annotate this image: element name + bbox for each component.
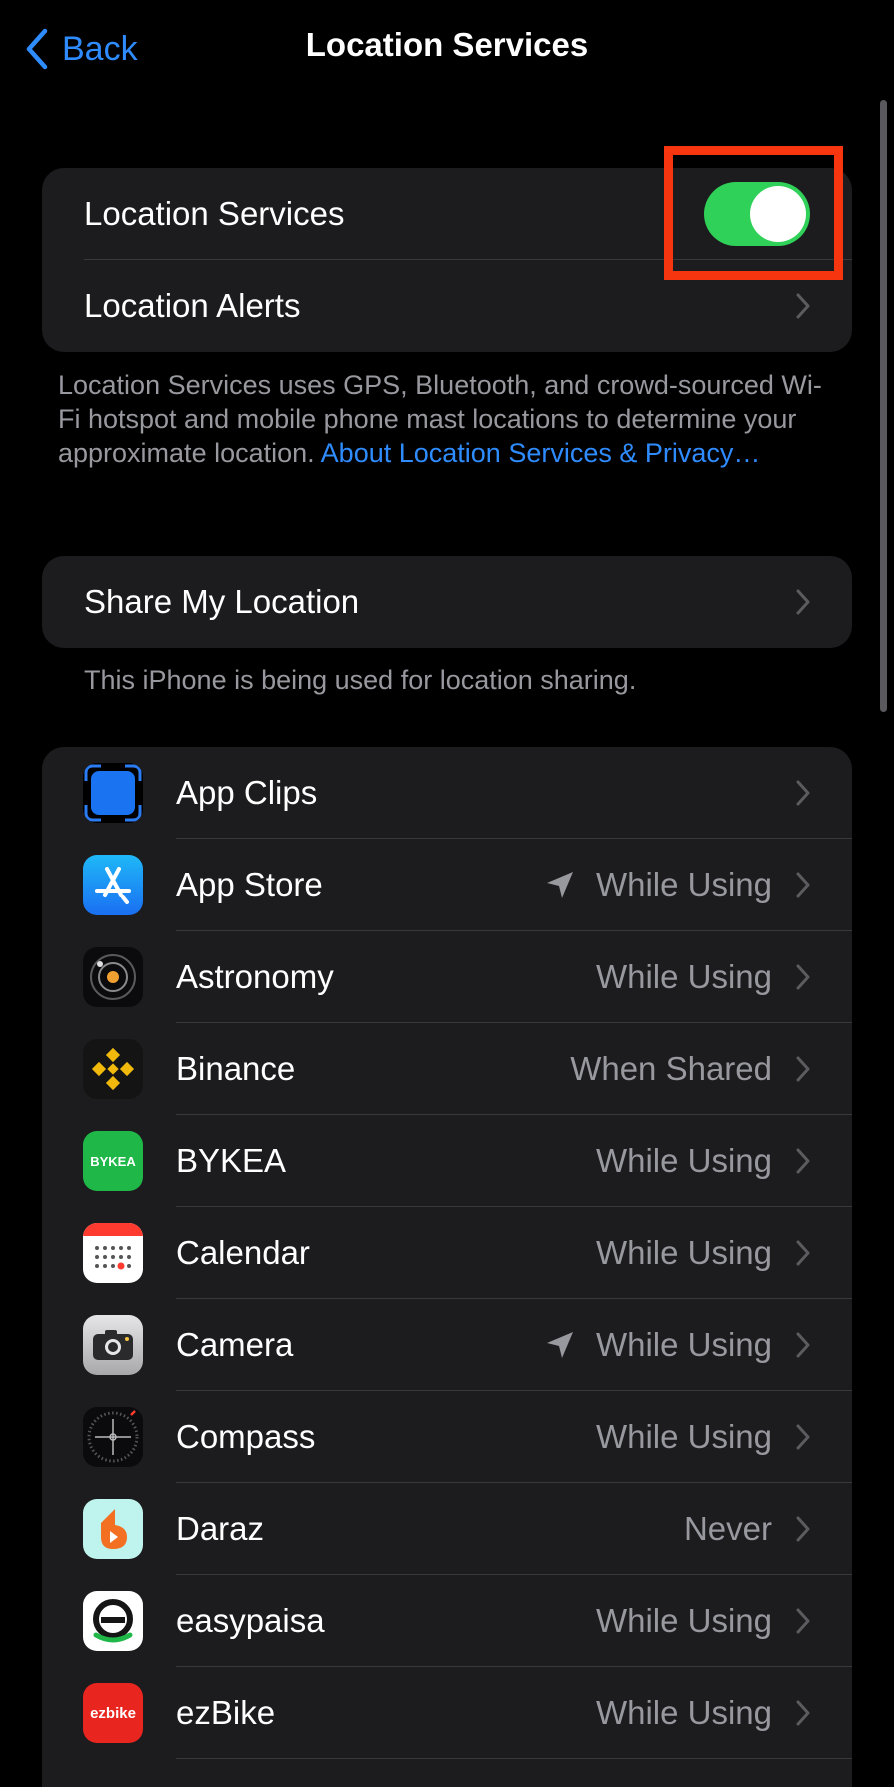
- status-text: While Using: [595, 1326, 772, 1363]
- chevron-right-icon: [796, 1700, 810, 1726]
- permission-status: While Using: [596, 1667, 772, 1759]
- chevron-right-icon: [796, 1608, 810, 1634]
- list-item-app-clips[interactable]: App Clips: [42, 747, 852, 839]
- list-item-astronomy[interactable]: Astronomy While Using: [42, 931, 852, 1023]
- list-item-camera[interactable]: Camera While Using: [42, 1299, 852, 1391]
- navigation-bar: Back Location Services: [0, 0, 894, 100]
- app-name: BYKEA: [176, 1142, 287, 1179]
- status-text: While Using: [595, 866, 772, 903]
- status-text: While Using: [595, 1234, 772, 1271]
- chevron-right-icon: [796, 872, 810, 898]
- chevron-right-icon: [796, 1240, 810, 1266]
- list-item-easypaisa[interactable]: easypaisa While Using: [42, 1575, 852, 1667]
- privacy-link[interactable]: About Location Services & Privacy…: [321, 438, 761, 468]
- permission-status: While Using: [596, 1391, 772, 1483]
- list-item-daraz[interactable]: Daraz Never: [42, 1483, 852, 1575]
- list-item-binance[interactable]: Binance When Shared: [42, 1023, 852, 1115]
- list-item-calendar[interactable]: Calendar While Using: [42, 1207, 852, 1299]
- permission-status: While Using: [596, 1575, 772, 1667]
- app-name: Calendar: [176, 1234, 310, 1271]
- location-services-label: Location Services: [84, 195, 345, 232]
- chevron-right-icon: [796, 293, 810, 319]
- status-text: While Using: [595, 1142, 772, 1179]
- bykea-logo-text: BYKEA: [90, 1153, 136, 1169]
- permission-status: While Using: [596, 931, 772, 1023]
- chevron-right-icon: [796, 589, 810, 615]
- app-name: ezBike: [176, 1694, 276, 1731]
- app-name: Compass: [176, 1418, 316, 1455]
- ezbike-icon: ezbike: [83, 1683, 143, 1743]
- share-footnote: This iPhone is being used for location s…: [84, 665, 637, 695]
- status-text: While Using: [595, 1418, 772, 1455]
- binance-icon: [83, 1039, 143, 1099]
- list-item-compass[interactable]: Compass While Using: [42, 1391, 852, 1483]
- bykea-icon: BYKEA: [83, 1131, 143, 1191]
- app-name: easypaisa: [176, 1602, 325, 1639]
- compass-icon: [83, 1407, 143, 1467]
- app-name: Daraz: [176, 1510, 265, 1547]
- calendar-icon: [83, 1223, 143, 1283]
- list-item-app-store[interactable]: App Store While Using: [42, 839, 852, 931]
- daraz-icon: [83, 1499, 143, 1559]
- app-clips-icon: [83, 763, 143, 823]
- page-title: Location Services: [305, 26, 589, 63]
- highlight-box: [664, 146, 843, 280]
- permission-status: When Shared: [570, 1023, 772, 1115]
- location-alerts-label: Location Alerts: [84, 287, 301, 324]
- permission-status: While Using: [544, 1299, 772, 1391]
- apps-list: App Clips App Store While Using Astronom…: [42, 747, 852, 1787]
- scrollbar[interactable]: [880, 100, 887, 712]
- ezbike-logo-text: ezbike: [90, 1704, 136, 1722]
- list-item-ezbike[interactable]: ezbike ezBike While Using: [42, 1667, 852, 1759]
- app-name: App Store: [176, 866, 323, 903]
- chevron-right-icon: [796, 1516, 810, 1542]
- chevron-right-icon: [796, 964, 810, 990]
- app-name: Camera: [176, 1326, 294, 1363]
- chevron-right-icon: [796, 1332, 810, 1358]
- divider: [176, 1758, 852, 1759]
- permission-status: While Using: [544, 839, 772, 931]
- astronomy-icon: [83, 947, 143, 1007]
- status-text: When Shared: [570, 1050, 772, 1087]
- app-name: Binance: [176, 1050, 296, 1087]
- share-my-location-label: Share My Location: [84, 583, 360, 620]
- location-services-description: Location Services uses GPS, Bluetooth, a…: [58, 368, 838, 470]
- app-store-icon: [83, 855, 143, 915]
- permission-status: While Using: [596, 1207, 772, 1299]
- chevron-right-icon: [796, 780, 810, 806]
- location-arrow-icon: [544, 869, 576, 901]
- permission-status: Never: [684, 1483, 772, 1575]
- status-text: While Using: [595, 1694, 772, 1731]
- share-my-location-row[interactable]: Share My Location: [42, 556, 852, 648]
- app-name: App Clips: [176, 774, 318, 811]
- status-text: While Using: [595, 1602, 772, 1639]
- share-location-group: Share My Location: [42, 556, 852, 648]
- status-text: Never: [683, 1510, 772, 1547]
- chevron-right-icon: [796, 1424, 810, 1450]
- camera-icon: [83, 1315, 143, 1375]
- chevron-right-icon: [796, 1056, 810, 1082]
- location-arrow-icon: [544, 1329, 576, 1361]
- easypaisa-icon: [83, 1591, 143, 1651]
- app-name: Astronomy: [176, 958, 334, 995]
- list-item-bykea[interactable]: BYKEA BYKEA While Using: [42, 1115, 852, 1207]
- status-text: While Using: [595, 958, 772, 995]
- chevron-right-icon: [796, 1148, 810, 1174]
- permission-status: While Using: [596, 1115, 772, 1207]
